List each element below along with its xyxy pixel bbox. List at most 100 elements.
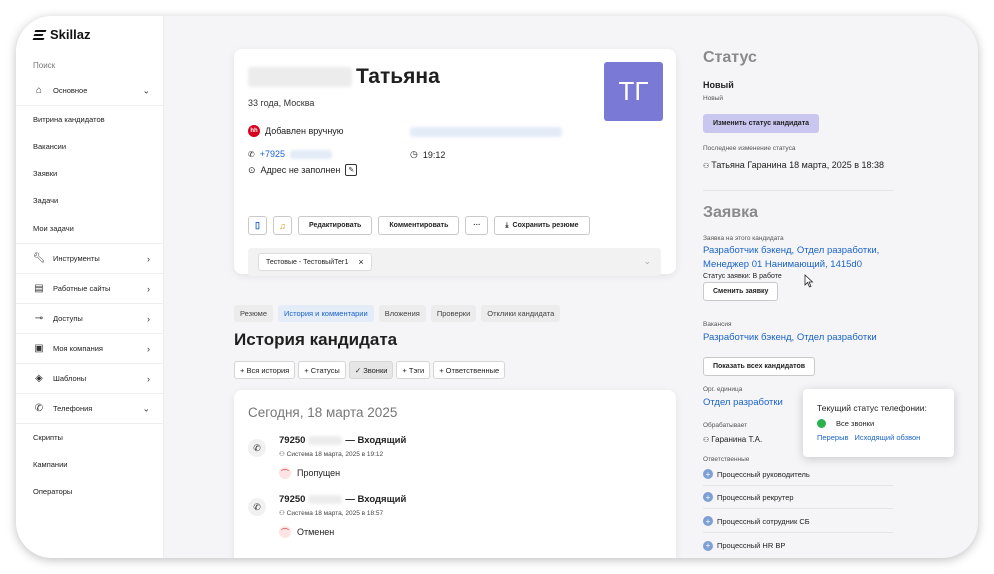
filter-all-history[interactable]: + Вся история <box>234 361 296 379</box>
tab-attachments[interactable]: Вложения <box>378 305 426 322</box>
sidebar-item-showcase[interactable]: Витрина кандидатов <box>16 106 164 133</box>
user-icon: ⚇ <box>279 451 287 458</box>
sidebar-search[interactable]: Поиск <box>33 61 55 70</box>
outgoing-calls-link[interactable]: Исходящий обзвон <box>854 433 920 442</box>
filter-calls[interactable]: ✓ Звонки <box>348 361 394 379</box>
handler-label: Обрабатывает <box>703 422 748 429</box>
sidebar-item-requests[interactable]: Заявки <box>16 160 164 187</box>
candidate-phone-link[interactable]: +7925 <box>260 149 285 159</box>
responsible-row[interactable]: + Процессный HR BP <box>703 534 893 557</box>
tags-select[interactable]: Тестовые - ТестовыйТег1 × ⌄ <box>248 248 661 276</box>
org-unit-link[interactable]: Отдел разработки <box>703 396 783 410</box>
clock-icon: ◷ <box>410 149 418 159</box>
sidebar-item-tools[interactable]: 🔧︎ Инструменты › <box>16 244 164 274</box>
filter-tags[interactable]: + Тэги <box>396 361 431 379</box>
redacted-phone <box>289 149 332 159</box>
telephony-popup-title: Текущий статус телефонии: <box>817 403 927 413</box>
sidebar-item-vacancies[interactable]: Вакансии <box>16 133 164 160</box>
document-icon: ▤ <box>34 283 44 294</box>
call-meta: ⚇ Система 18 марта, 2025 в 19:12 <box>279 450 383 458</box>
phone-icon: ✆ <box>34 403 44 414</box>
tab-responses[interactable]: Отклики кандидата <box>481 305 561 322</box>
logo[interactable]: Skillaz <box>32 27 90 42</box>
address-row: ⊙ Адрес не заполнен ✎ <box>248 164 358 176</box>
change-request-button[interactable]: Сменить заявку <box>703 282 779 301</box>
call-status: ⌒ Пропущен <box>279 467 340 479</box>
sidebar-item-company[interactable]: ▣ Моя компания › <box>16 334 164 364</box>
filter-responsible[interactable]: + Ответственные <box>433 361 506 379</box>
add-icon: + <box>703 492 713 502</box>
more-button[interactable]: ··· <box>465 216 489 235</box>
call-number-prefix: 79250 <box>279 435 306 446</box>
edit-address-icon[interactable]: ✎ <box>345 164 358 176</box>
sidebar-item-my-tasks[interactable]: Мои задачи <box>16 214 164 244</box>
sidebar-item-label: Вакансии <box>33 142 67 151</box>
hh-logo-icon: hh <box>248 125 260 137</box>
sidebar-item-tasks[interactable]: Задачи <box>16 187 164 214</box>
tag-chip: Тестовые - ТестовыйТег1 × <box>258 253 372 271</box>
sidebar-item-campaigns[interactable]: Кампании <box>16 451 164 478</box>
handler-value: ⚇ Гаранина Т.А. <box>703 432 762 448</box>
save-resume-label: Сохранить резюме <box>512 222 579 229</box>
request-link[interactable]: Разработчик бэкенд, Отдел разработки, Ме… <box>703 244 901 272</box>
bookmark-button[interactable]: ▯ <box>248 216 267 235</box>
last-change-value: ⚇ Татьяна Гаранина 18 марта, 2025 в 18:3… <box>703 158 898 174</box>
sidebar-item-templates[interactable]: ◈ Шаблоны › <box>16 364 164 394</box>
sidebar-item-operators[interactable]: Операторы <box>16 478 164 505</box>
call-meta: ⚇ Система 18 марта, 2025 в 18:57 <box>279 509 383 517</box>
candidate-age-city: 33 года, Москва <box>248 98 315 108</box>
history-filters: + Вся история + Статусы ✓ Звонки + Тэги … <box>234 361 506 379</box>
substatus-value: Новый <box>703 95 724 102</box>
app-window: Skillaz Поиск ⌂ Основное ⌄ Витрина канди… <box>16 16 978 558</box>
responsible-row[interactable]: + Процессный рекрутер <box>703 486 893 509</box>
chevron-right-icon: › <box>147 253 150 264</box>
local-time: 19:12 <box>422 149 446 160</box>
tab-resume[interactable]: Резюме <box>234 305 273 322</box>
sidebar-item-access[interactable]: ⊸ Доступы › <box>16 304 164 334</box>
filter-statuses[interactable]: + Статусы <box>298 361 346 379</box>
sidebar-item-job-sites[interactable]: ▤ Работные сайты › <box>16 274 164 304</box>
status-title: Статус <box>703 49 757 66</box>
call-status-text: Отменен <box>297 527 335 537</box>
status-value: Новый <box>703 80 734 90</box>
notification-button[interactable]: ♫ <box>273 216 292 235</box>
sidebar-item-scripts[interactable]: Скрипты <box>16 424 164 451</box>
candidate-profile-card: Татьяна 33 года, Москва ТГ hh Добавлен в… <box>234 49 676 276</box>
sidebar-item-label: Скрипты <box>33 433 63 442</box>
history-timeline: Сегодня, 18 марта 2025 ✆ 79250 — Входящи… <box>234 390 676 558</box>
sidebar-item-label: Витрина кандидатов <box>33 115 105 124</box>
redacted-last-name <box>248 67 352 87</box>
candidate-name-row: Татьяна <box>248 65 440 89</box>
sidebar-nav: ⌂ Основное ⌄ Витрина кандидатов Вакансии… <box>16 76 164 505</box>
history-title: История кандидата <box>234 330 398 349</box>
chevron-down-icon[interactable]: ⌄ <box>643 256 651 267</box>
redacted-email <box>410 127 562 137</box>
call-direction: — Входящий <box>345 494 407 505</box>
edit-button[interactable]: Редактировать <box>298 216 373 235</box>
chevron-right-icon: › <box>147 283 150 294</box>
save-resume-button[interactable]: ⤓ Сохранить резюме <box>494 216 590 235</box>
tab-history[interactable]: История и комментарии <box>278 305 374 322</box>
request-for-candidate-label: Заявка на этого кандидата <box>703 235 784 242</box>
tab-checks[interactable]: Проверки <box>430 305 477 322</box>
comment-button[interactable]: Комментировать <box>378 216 460 235</box>
telephony-status-row[interactable]: Все звонки <box>817 419 874 428</box>
chevron-right-icon: › <box>147 373 150 384</box>
call-meta-text: Система 18 марта, 2025 в 18:57 <box>286 510 384 517</box>
responsible-row[interactable]: + Процессный руководитель <box>703 463 893 486</box>
show-all-candidates-button[interactable]: Показать всех кандидатов <box>703 357 816 376</box>
change-status-button[interactable]: Изменить статус кандидата <box>703 114 820 133</box>
break-link[interactable]: Перерыв <box>817 433 848 442</box>
profile-actions: ▯ ♫ Редактировать Комментировать ··· ⤓ Со… <box>248 216 590 235</box>
sidebar-item-label: Шаблоны <box>53 374 87 383</box>
divider <box>703 190 893 191</box>
sidebar-item-telephony[interactable]: ✆ Телефония ⌄ <box>16 394 164 424</box>
responsible-role: Процессный HR BP <box>717 541 786 550</box>
phone-icon: ✆ <box>248 149 255 159</box>
responsible-row[interactable]: + Процессный сотрудник СБ <box>703 510 893 533</box>
sidebar-item-main[interactable]: ⌂ Основное ⌄ <box>16 76 164 106</box>
chevron-right-icon: › <box>147 343 150 354</box>
vacancy-link[interactable]: Разработчик бэкенд, Отдел разработки <box>703 331 877 345</box>
add-icon: + <box>703 540 713 551</box>
close-icon[interactable]: × <box>358 257 363 267</box>
